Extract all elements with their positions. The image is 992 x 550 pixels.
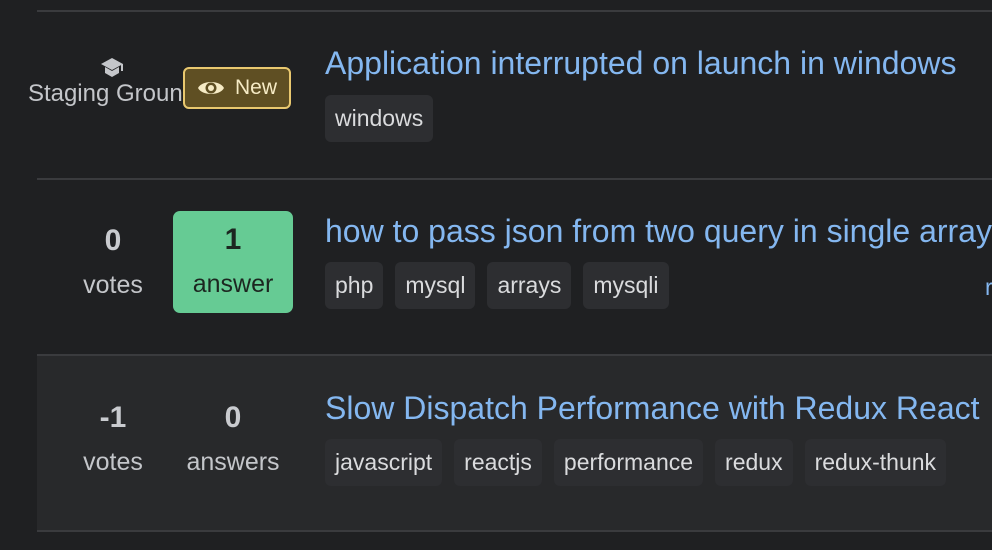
user-link[interactable]: r — [985, 274, 992, 301]
staging-ground-label: Staging Ground — [27, 80, 197, 107]
tag[interactable]: performance — [553, 439, 704, 486]
answer-label: answers — [186, 448, 280, 476]
vote-number: 0 — [104, 224, 122, 257]
vote-number: -1 — [99, 401, 127, 434]
tag-list: javascript reactjs performance redux red… — [325, 439, 947, 486]
question-title-link[interactable]: Slow Dispatch Performance with Redux Rea… — [325, 389, 980, 427]
tag[interactable]: redux — [715, 439, 793, 486]
vote-count: -1 votes — [75, 401, 151, 477]
answer-count: 0 answers — [173, 401, 293, 477]
graduation-cap-icon — [101, 58, 123, 77]
tag[interactable]: mysqli — [583, 262, 669, 309]
eye-icon — [197, 82, 224, 94]
tag[interactable]: php — [325, 262, 384, 309]
tag-list: windows — [325, 95, 434, 142]
question-summary: 0 votes 1 answer how to pass json from t… — [37, 178, 992, 354]
vote-label: votes — [83, 448, 143, 476]
vote-label: votes — [83, 271, 143, 299]
answer-count-accepted: 1 answer — [173, 211, 293, 313]
tag[interactable]: reactjs — [454, 439, 542, 486]
question-title-link[interactable]: how to pass json from two query in singl… — [325, 212, 992, 250]
answer-number: 0 — [224, 401, 242, 434]
question-summary: Staging Ground New Application interrupt… — [28, 10, 992, 178]
question-stats: 0 votes 1 answer — [37, 180, 325, 354]
question-stats: Staging Ground New — [28, 12, 325, 178]
tag[interactable]: mysql — [395, 262, 476, 309]
answer-label: answer — [192, 270, 274, 298]
tag[interactable]: arrays — [487, 262, 572, 309]
question-list: Staging Ground New Application interrupt… — [28, 10, 992, 532]
answer-number: 1 — [224, 223, 242, 256]
vote-count: 0 votes — [75, 224, 151, 300]
tag[interactable]: javascript — [325, 439, 443, 486]
question-title-link[interactable]: Application interrupted on launch in win… — [325, 44, 957, 82]
new-badge: New — [183, 67, 291, 109]
question-summary: -1 votes 0 answers Slow Dispatch Perform… — [37, 354, 992, 532]
new-badge-label: New — [234, 76, 277, 99]
tag-list: php mysql arrays mysqli — [325, 262, 669, 309]
tag[interactable]: redux-thunk — [804, 439, 947, 486]
question-stats: -1 votes 0 answers — [37, 356, 325, 530]
staging-ground-indicator: Staging Ground — [17, 54, 207, 108]
tag[interactable]: windows — [325, 95, 434, 142]
